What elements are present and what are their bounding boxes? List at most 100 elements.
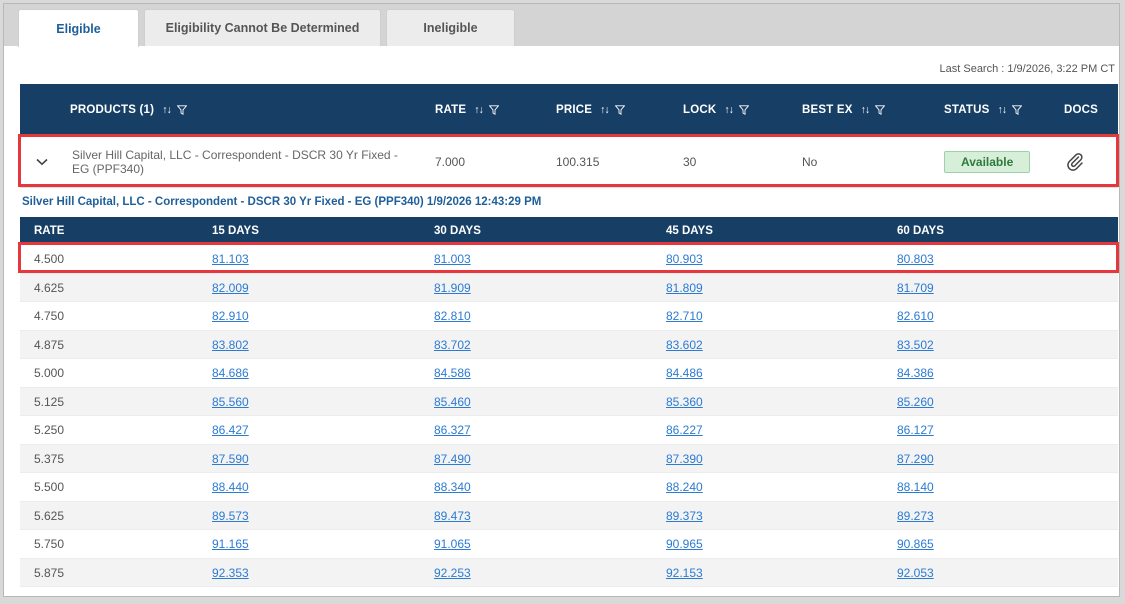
docs-button[interactable] (1063, 136, 1087, 188)
header-lock[interactable]: LOCK ↑↓ (683, 84, 749, 136)
price-cell: 82.810 (434, 302, 471, 331)
header-best-ex[interactable]: BEST EX ↑↓ (802, 84, 886, 136)
price-link[interactable]: 82.710 (666, 309, 703, 323)
price-cell: 85.560 (212, 388, 249, 417)
filter-icon[interactable] (875, 105, 886, 115)
price-link[interactable]: 81.103 (212, 252, 249, 266)
header-products[interactable]: PRODUCTS (1) ↑↓ (70, 84, 187, 136)
price-link[interactable]: 84.686 (212, 366, 249, 380)
price-link[interactable]: 91.065 (434, 537, 471, 551)
table-row: 5.875 92.353 92.253 92.153 92.053 (20, 558, 1118, 588)
product-rate: 7.000 (435, 155, 466, 169)
price-link[interactable]: 82.910 (212, 309, 249, 323)
pricing-results-panel: Eligible Eligibility Cannot Be Determine… (3, 3, 1120, 597)
table-row: 5.750 91.165 91.065 90.965 90.865 (20, 530, 1118, 559)
header-rate[interactable]: RATE ↑↓ (435, 84, 499, 136)
price-link[interactable]: 80.803 (897, 252, 934, 266)
price-link[interactable]: 89.273 (897, 509, 934, 523)
price-link[interactable]: 86.227 (666, 423, 703, 437)
filter-icon[interactable] (614, 105, 625, 115)
price-link[interactable]: 85.460 (434, 395, 471, 409)
filter-icon[interactable] (738, 105, 749, 115)
sort-icon[interactable]: ↑↓ (162, 104, 171, 116)
price-cell: 88.340 (434, 473, 471, 502)
price-link[interactable]: 81.909 (434, 281, 471, 295)
price-cell: 92.153 (666, 559, 703, 588)
sort-icon[interactable]: ↑↓ (998, 104, 1007, 116)
price-link[interactable]: 86.327 (434, 423, 471, 437)
price-cell: 88.440 (212, 473, 249, 502)
price-link[interactable]: 82.810 (434, 309, 471, 323)
filter-icon[interactable] (176, 105, 187, 115)
price-link[interactable]: 92.153 (666, 566, 703, 580)
expand-row-button[interactable] (34, 136, 50, 188)
price-link[interactable]: 92.353 (212, 566, 249, 580)
price-link[interactable]: 80.903 (666, 252, 703, 266)
price-link[interactable]: 90.865 (897, 537, 934, 551)
price-link[interactable]: 83.602 (666, 338, 703, 352)
price-link[interactable]: 87.590 (212, 452, 249, 466)
header-60-days: 60 DAYS (897, 225, 944, 237)
price-link[interactable]: 86.427 (212, 423, 249, 437)
price-link[interactable]: 89.373 (666, 509, 703, 523)
header-status[interactable]: STATUS ↑↓ (944, 84, 1022, 136)
price-link[interactable]: 89.473 (434, 509, 471, 523)
tab-eligibility-cannot-be-determined[interactable]: Eligibility Cannot Be Determined (144, 9, 381, 46)
price-link[interactable]: 81.709 (897, 281, 934, 295)
price-link[interactable]: 83.802 (212, 338, 249, 352)
rate-cell: 4.500 (34, 252, 65, 267)
price-cell: 87.390 (666, 445, 703, 474)
sort-icon[interactable]: ↑↓ (474, 104, 483, 116)
header-rate-label: RATE (435, 104, 467, 116)
rate-cell: 5.125 (34, 394, 65, 409)
price-link[interactable]: 88.140 (897, 480, 934, 494)
price-link[interactable]: 84.486 (666, 366, 703, 380)
sort-icon[interactable]: ↑↓ (861, 104, 870, 116)
price-cell: 82.710 (666, 302, 703, 331)
header-price[interactable]: PRICE ↑↓ (556, 84, 625, 136)
sort-icon[interactable]: ↑↓ (600, 104, 609, 116)
price-link[interactable]: 85.560 (212, 395, 249, 409)
price-link[interactable]: 92.253 (434, 566, 471, 580)
sort-icon[interactable]: ↑↓ (724, 104, 733, 116)
price-link[interactable]: 88.340 (434, 480, 471, 494)
price-link[interactable]: 87.390 (666, 452, 703, 466)
price-cell: 82.910 (212, 302, 249, 331)
price-link[interactable]: 90.965 (666, 537, 703, 551)
rate-cell: 4.625 (34, 280, 65, 295)
tab-ineligible[interactable]: Ineligible (386, 9, 515, 46)
price-cell: 81.909 (434, 274, 471, 303)
price-link[interactable]: 82.009 (212, 281, 249, 295)
tab-eligible[interactable]: Eligible (18, 9, 139, 47)
table-row: 5.500 88.440 88.340 88.240 88.140 (20, 473, 1118, 502)
price-link[interactable]: 85.260 (897, 395, 934, 409)
filter-icon[interactable] (1012, 105, 1022, 115)
status-badge: Available (944, 151, 1031, 173)
header-docs-label: DOCS (1064, 104, 1099, 116)
price-link[interactable]: 81.003 (434, 252, 471, 266)
price-link[interactable]: 83.702 (434, 338, 471, 352)
price-link[interactable]: 87.290 (897, 452, 934, 466)
price-link[interactable]: 88.240 (666, 480, 703, 494)
product-row[interactable]: Silver Hill Capital, LLC - Correspondent… (20, 136, 1118, 188)
price-link[interactable]: 87.490 (434, 452, 471, 466)
price-link[interactable]: 83.502 (897, 338, 934, 352)
price-link[interactable]: 89.573 (212, 509, 249, 523)
price-link[interactable]: 91.165 (212, 537, 249, 551)
filter-icon[interactable] (488, 105, 499, 115)
price-link[interactable]: 92.053 (897, 566, 934, 580)
price-link[interactable]: 84.586 (434, 366, 471, 380)
price-link[interactable]: 88.440 (212, 480, 249, 494)
price-cell: 88.140 (897, 473, 934, 502)
price-cell: 81.003 (434, 245, 471, 274)
price-cell: 85.460 (434, 388, 471, 417)
price-link[interactable]: 84.386 (897, 366, 934, 380)
price-link[interactable]: 82.610 (897, 309, 934, 323)
price-cell: 91.165 (212, 530, 249, 559)
price-cell: 89.473 (434, 502, 471, 531)
price-link[interactable]: 86.127 (897, 423, 934, 437)
table-row: 5.000 84.686 84.586 84.486 84.386 (20, 359, 1118, 388)
price-cell: 90.965 (666, 530, 703, 559)
price-link[interactable]: 81.809 (666, 281, 703, 295)
price-link[interactable]: 85.360 (666, 395, 703, 409)
